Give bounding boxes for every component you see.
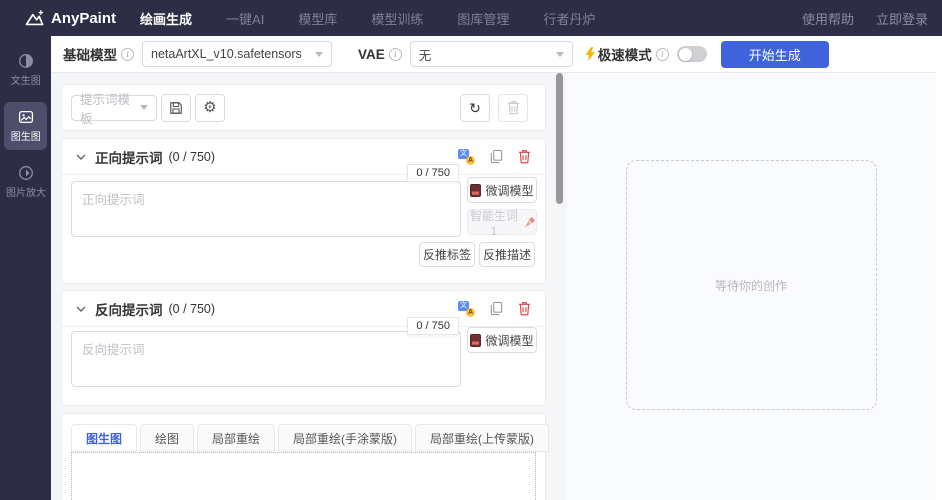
- section-title: 正向提示词: [95, 150, 163, 166]
- negative-counter-tooltip: 0 / 750: [407, 317, 459, 335]
- sidebar-item-image-to-image[interactable]: 图生图: [4, 102, 47, 150]
- vae-select[interactable]: 无: [409, 41, 573, 67]
- window-scrollbar-track[interactable]: [936, 36, 942, 500]
- translate-icon[interactable]: 文A: [458, 148, 475, 165]
- finetune-model-button[interactable]: 微调模型: [467, 327, 537, 353]
- nav-item-xingzhe-danlu[interactable]: 行者丹炉: [543, 9, 595, 28]
- trash-icon: [507, 100, 520, 115]
- image-to-image-icon: [18, 109, 34, 125]
- result-placeholder-text: 等待你的创作: [714, 278, 787, 293]
- login-link[interactable]: 立即登录: [876, 9, 928, 28]
- app-header: AnyPaint 绘画生成 一键AI 模型库 模型训练 图库管理 行者丹炉 使用…: [0, 0, 942, 36]
- prompt-template-select[interactable]: 提示词模板: [71, 93, 157, 126]
- tab-img2img[interactable]: 图生图: [71, 424, 138, 452]
- chevron-down-icon: [315, 51, 323, 57]
- tab-inpaint-upload-mask[interactable]: 局部重绘(上传蒙版): [415, 424, 550, 452]
- section-title: 反向提示词: [95, 302, 163, 318]
- main-nav: 绘画生成 一键AI 模型库 模型训练 图库管理 行者丹炉: [140, 9, 595, 28]
- brand[interactable]: AnyPaint: [24, 10, 116, 27]
- tab-inpaint[interactable]: 局部重绘: [197, 424, 276, 452]
- nav-item-model-library[interactable]: 模型库: [298, 9, 337, 28]
- turbo-mode-label: 极速模式: [597, 48, 652, 63]
- translate-icon[interactable]: 文A: [458, 300, 475, 317]
- sidebar-item-label: 图片放大: [5, 187, 46, 199]
- finetune-model-icon: [470, 333, 482, 347]
- positive-prompt-section: 正向提示词 (0 / 750) 文A 0 / 750 正向提示词 微调模型 智能…: [61, 138, 546, 284]
- clear-button[interactable]: [498, 93, 528, 122]
- header-right: 使用帮助 立即登录: [802, 9, 928, 28]
- result-placeholder-box: 等待你的创作: [625, 160, 877, 410]
- image-upload-dropzone[interactable]: [71, 452, 536, 500]
- nav-item-one-click-ai[interactable]: 一键AI: [226, 9, 264, 28]
- left-sidebar: 文生图 图生图 图片放大: [0, 36, 51, 500]
- gear-icon: ⚙: [203, 99, 217, 116]
- sidebar-item-text-to-image[interactable]: 文生图: [4, 46, 47, 94]
- tab-sketch[interactable]: 绘图: [140, 424, 195, 452]
- positive-counter-tooltip: 0 / 750: [407, 164, 459, 182]
- anypaint-logo-icon: [24, 9, 45, 27]
- base-model-info-icon[interactable]: i: [121, 47, 134, 61]
- vae-label: VAE: [358, 46, 385, 62]
- delete-icon[interactable]: [518, 149, 531, 164]
- brush-icon: [524, 216, 536, 228]
- nav-item-gallery-manage[interactable]: 图库管理: [457, 9, 509, 28]
- result-panel: 等待你的创作: [566, 73, 936, 500]
- reverse-caption-button[interactable]: 反推描述: [479, 242, 535, 267]
- copy-icon[interactable]: [490, 301, 503, 316]
- sidebar-item-label: 文生图: [10, 75, 41, 87]
- template-settings-button[interactable]: ⚙: [195, 93, 225, 122]
- nav-item-model-training[interactable]: 模型训练: [371, 9, 423, 28]
- panel-scrollbar-thumb[interactable]: [556, 73, 563, 204]
- prompt-template-bar: 提示词模板 ⚙ ↻: [61, 84, 546, 131]
- save-template-button[interactable]: [161, 93, 191, 122]
- mode-tabs: 图生图 绘图 局部重绘 局部重绘(手涂蒙版) 局部重绘(上传蒙版): [71, 424, 550, 452]
- sidebar-item-label: 图生图: [10, 131, 41, 143]
- negative-prompt-header: 反向提示词 (0 / 750) 文A: [62, 291, 545, 327]
- sidebar-item-image-upscale[interactable]: 图片放大: [4, 158, 47, 206]
- start-generate-button[interactable]: 开始生成: [720, 40, 829, 68]
- settings-panel: 提示词模板 ⚙ ↻ 正向提示词 (0 / 750) 文 A 0 / 750 正向…: [51, 73, 566, 500]
- char-count: (0 / 750): [168, 149, 216, 164]
- tab-inpaint-hand-mask[interactable]: 局部重绘(手涂蒙版): [278, 424, 413, 452]
- collapse-chevron-icon[interactable]: [76, 154, 86, 160]
- base-model-select[interactable]: netaArtXL_v10.safetensors: [142, 41, 332, 67]
- collapse-chevron-icon[interactable]: [76, 306, 86, 312]
- lightning-icon: [585, 47, 595, 61]
- generation-toolbar: 基础模型 i netaArtXL_v10.safetensors VAE i 无…: [51, 36, 942, 73]
- history-button[interactable]: ↻: [460, 93, 490, 122]
- image-upscale-icon: [18, 165, 34, 181]
- copy-icon[interactable]: [490, 149, 503, 164]
- negative-prompt-input[interactable]: [71, 331, 461, 387]
- turbo-info-icon[interactable]: i: [655, 47, 669, 61]
- history-icon: ↻: [469, 99, 481, 116]
- toggle-knob: [678, 47, 692, 61]
- nav-item-paint-generate[interactable]: 绘画生成: [140, 9, 192, 28]
- save-icon: [169, 101, 183, 115]
- vae-info-icon[interactable]: i: [388, 47, 402, 61]
- turbo-mode-toggle[interactable]: [676, 46, 707, 62]
- vae-value: 无: [418, 48, 432, 63]
- base-model-value: netaArtXL_v10.safetensors: [151, 47, 302, 61]
- smart-words-button[interactable]: 智能生词 1: [467, 209, 537, 238]
- image-source-section: 图生图 绘图 局部重绘 局部重绘(手涂蒙版) 局部重绘(上传蒙版): [61, 413, 550, 500]
- chevron-down-icon: [555, 51, 564, 57]
- help-link[interactable]: 使用帮助: [802, 9, 854, 28]
- finetune-model-button[interactable]: 微调模型: [467, 177, 537, 203]
- negative-prompt-section: 反向提示词 (0 / 750) 文A 0 / 750 反向提示词 微调模型: [61, 290, 546, 406]
- brand-name: AnyPaint: [51, 9, 117, 27]
- prompt-template-placeholder: 提示词模板: [80, 92, 131, 126]
- reverse-tags-button[interactable]: 反推标签: [419, 242, 475, 267]
- delete-icon[interactable]: [518, 301, 531, 316]
- chevron-down-icon: [140, 105, 148, 110]
- positive-prompt-header: 正向提示词 (0 / 750) 文A: [62, 139, 545, 175]
- finetune-model-icon: [470, 183, 482, 197]
- text-to-image-icon: [18, 53, 34, 69]
- base-model-label: 基础模型: [63, 48, 117, 63]
- char-count: (0 / 750): [168, 301, 216, 316]
- positive-prompt-input[interactable]: [71, 181, 461, 237]
